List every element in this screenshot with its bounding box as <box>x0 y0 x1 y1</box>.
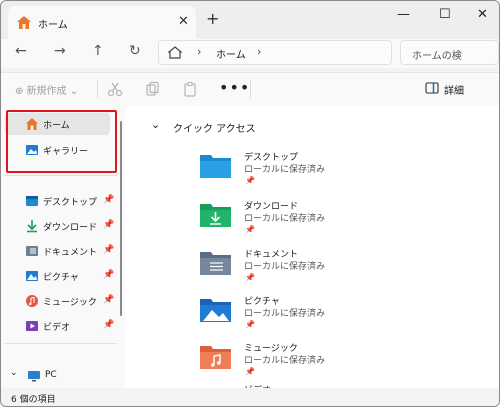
documents-folder-icon <box>200 252 231 275</box>
up-button[interactable]: ↑ <box>92 43 104 59</box>
download-icon <box>27 220 37 233</box>
toolbar-divider <box>250 80 251 98</box>
search-box[interactable]: ホームの検 <box>400 40 499 65</box>
sidebar-item-label: ダウンロード <box>43 223 98 233</box>
address-bar[interactable]: › ホーム › <box>158 40 392 65</box>
item-count: 6 個の項目 <box>11 395 56 405</box>
desktop-folder-icon <box>26 196 38 206</box>
explorer-window: ホーム ✕ + — ☐ ✕ ← → ↑ ↻ › ホーム › ホームの検 ⊕ 新規… <box>0 0 500 407</box>
maximize-button[interactable]: ☐ <box>439 7 451 22</box>
sidebar-item-pictures[interactable]: ピクチャ 📌 <box>5 265 114 287</box>
pc-icon <box>28 371 40 382</box>
folder-status: ローカルに保存済み <box>244 309 326 319</box>
home-icon <box>17 16 31 29</box>
pin-icon: 📌 <box>245 273 255 282</box>
sidebar-item-label: ピクチャ <box>43 273 79 283</box>
back-button[interactable]: ← <box>15 43 27 59</box>
sidebar-divider <box>5 175 117 176</box>
close-window-button[interactable]: ✕ <box>477 7 488 22</box>
new-button[interactable]: ⊕ 新規作成 ⌄ <box>15 82 78 97</box>
home-outline-icon <box>168 46 182 59</box>
sidebar-item-label: ドキュメント <box>43 248 98 258</box>
chevron-down-icon[interactable]: ⌄ <box>151 118 160 131</box>
downloads-folder-icon <box>200 204 231 227</box>
sidebar-divider <box>5 343 117 344</box>
command-bar: ⊕ 新規作成 ⌄ ••• 詳細 <box>1 72 499 107</box>
highlight-box <box>6 110 117 173</box>
folder-desktop[interactable]: デスクトップ ローカルに保存済み 📌 <box>197 150 467 196</box>
new-tab-button[interactable]: + <box>206 9 219 28</box>
cut-icon[interactable] <box>107 81 123 97</box>
sidebar-item-label: ビデオ <box>43 323 71 333</box>
pin-icon: 📌 <box>103 295 115 305</box>
folder-documents[interactable]: ドキュメント ローカルに保存済み 📌 <box>197 247 467 293</box>
section-title-quick-access: クイック アクセス <box>173 124 256 135</box>
details-pane-icon[interactable] <box>425 82 439 94</box>
minimize-button[interactable]: — <box>397 7 410 22</box>
pin-icon: 📌 <box>103 220 115 230</box>
pin-icon: 📌 <box>245 176 255 185</box>
sidebar-scrollbar[interactable] <box>120 121 122 316</box>
pin-icon: 📌 <box>103 320 115 330</box>
sidebar-item-pc[interactable]: PC <box>5 365 110 387</box>
pin-icon: 📌 <box>103 270 115 280</box>
folder-status: ローカルに保存済み <box>244 165 326 175</box>
document-icon <box>26 246 38 256</box>
sidebar-item-desktop[interactable]: デスクトップ 📌 <box>5 190 114 212</box>
video-icon <box>26 321 38 331</box>
search-placeholder: ホームの検 <box>412 51 462 62</box>
more-options-button[interactable]: ••• <box>219 78 250 97</box>
tab-home[interactable]: ホーム ✕ <box>8 6 196 39</box>
music-folder-icon <box>200 346 231 369</box>
pictures-folder-icon <box>200 299 231 322</box>
sidebar-item-music[interactable]: ミュージック 📌 <box>5 290 114 312</box>
folder-status: ローカルに保存済み <box>244 214 326 224</box>
breadcrumb-separator: › <box>197 45 202 58</box>
tab-title: ホーム <box>38 20 68 31</box>
breadcrumb-home[interactable]: ホーム <box>216 46 246 61</box>
music-icon <box>26 295 38 307</box>
pin-icon: 📌 <box>103 195 115 205</box>
sidebar-item-downloads[interactable]: ダウンロード 📌 <box>5 215 114 237</box>
folder-pictures[interactable]: ピクチャ ローカルに保存済み 📌 <box>197 294 467 340</box>
folder-downloads[interactable]: ダウンロード ローカルに保存済み 📌 <box>197 199 467 245</box>
folder-status: ローカルに保存済み <box>244 262 326 272</box>
pin-icon: 📌 <box>103 245 115 255</box>
pin-icon: 📌 <box>245 225 255 234</box>
sidebar-item-videos[interactable]: ビデオ 📌 <box>5 315 114 337</box>
sidebar-item-label: デスクトップ <box>43 198 98 208</box>
folder-music[interactable]: ミュージック ローカルに保存済み 📌 <box>197 341 467 387</box>
folder-status: ローカルに保存済み <box>244 356 326 366</box>
details-button[interactable]: 詳細 <box>444 82 464 97</box>
pin-icon: 📌 <box>245 367 255 376</box>
pictures-icon <box>26 271 38 281</box>
main-content: ⌄ クイック アクセス デスクトップ ローカルに保存済み 📌 ダウンロード ロー… <box>125 106 499 391</box>
breadcrumb-chevron-icon[interactable]: › <box>257 45 261 58</box>
sidebar-item-label: ミュージック <box>43 298 97 308</box>
pin-icon: 📌 <box>245 320 255 329</box>
navigation-bar: ← → ↑ ↻ › ホーム › ホームの検 <box>1 39 499 68</box>
status-bar: 6 個の項目 <box>1 388 499 406</box>
title-bar: ホーム ✕ + — ☐ ✕ <box>1 1 499 39</box>
close-tab-icon[interactable]: ✕ <box>178 14 189 29</box>
forward-button[interactable]: → <box>54 43 66 59</box>
refresh-button[interactable]: ↻ <box>129 43 141 59</box>
toolbar-divider <box>97 80 98 98</box>
copy-icon[interactable] <box>145 81 161 97</box>
sidebar-item-label: PC <box>45 370 57 380</box>
sidebar-item-documents[interactable]: ドキュメント 📌 <box>5 240 114 262</box>
desktop-folder-icon <box>200 155 231 178</box>
paste-icon[interactable] <box>182 81 198 97</box>
